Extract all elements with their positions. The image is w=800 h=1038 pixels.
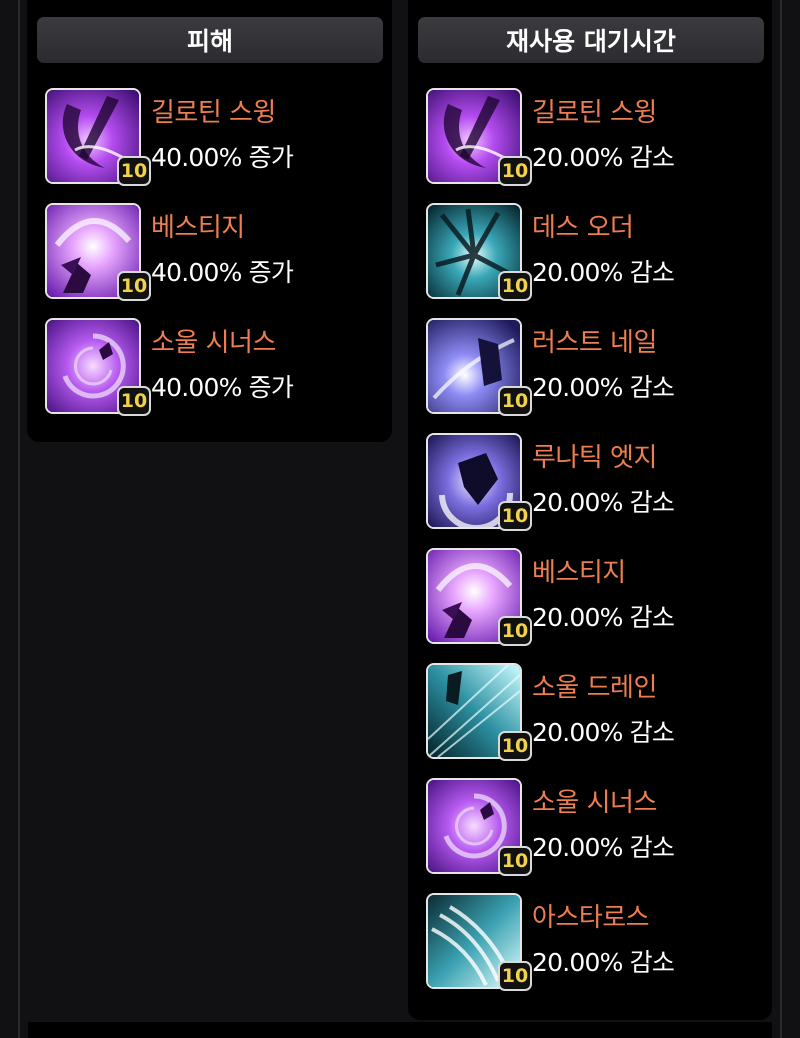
skill-effect: 20.00% 감소 bbox=[532, 603, 675, 632]
skill-row-guillotine-swing[interactable]: 10 길로틴 스윙 40.00% 증가 bbox=[45, 88, 375, 203]
skill-effect: 20.00% 감소 bbox=[532, 373, 675, 402]
skill-row-vestige[interactable]: 10 베스티지 40.00% 증가 bbox=[45, 203, 375, 318]
skill-name: 길로틴 스윙 bbox=[532, 98, 657, 128]
skill-row-soul-drain[interactable]: 10 소울 드레인 20.00% 감소 bbox=[426, 663, 756, 778]
skill-level-badge: 10 bbox=[117, 386, 151, 416]
frame-border-left bbox=[18, 0, 20, 1038]
skill-name: 러스트 네일 bbox=[532, 328, 657, 358]
skill-name: 아스타로스 bbox=[532, 903, 650, 933]
skill-row-soul-sinus[interactable]: 10 소울 시너스 20.00% 감소 bbox=[426, 778, 756, 893]
frame-border-right bbox=[780, 0, 782, 1038]
skill-effect: 20.00% 감소 bbox=[532, 718, 675, 747]
skill-effect: 20.00% 감소 bbox=[532, 948, 675, 977]
skill-level-badge: 10 bbox=[498, 731, 532, 761]
skill-effect: 20.00% 감소 bbox=[532, 143, 675, 172]
damage-panel-title: 피해 bbox=[37, 17, 383, 63]
cooldown-panel-title: 재사용 대기시간 bbox=[418, 17, 764, 63]
skill-name: 베스티지 bbox=[151, 213, 245, 243]
damage-skill-list: 10 길로틴 스윙 40.00% 증가 10 베스티지 40.00% 증가 10… bbox=[45, 88, 375, 433]
skill-level-badge: 10 bbox=[498, 616, 532, 646]
skill-name: 데스 오더 bbox=[532, 213, 634, 243]
skill-level-badge: 10 bbox=[498, 156, 532, 186]
skill-name: 소울 시너스 bbox=[151, 328, 276, 358]
skill-row-rust-nail[interactable]: 10 러스트 네일 20.00% 감소 bbox=[426, 318, 756, 433]
frame-bottom bbox=[28, 1022, 772, 1038]
skill-row-vestige[interactable]: 10 베스티지 20.00% 감소 bbox=[426, 548, 756, 663]
skill-row-guillotine-swing[interactable]: 10 길로틴 스윙 20.00% 감소 bbox=[426, 88, 756, 203]
skill-effect: 20.00% 감소 bbox=[532, 258, 675, 287]
skill-name: 루나틱 엣지 bbox=[532, 443, 657, 473]
cooldown-skill-list: 10 길로틴 스윙 20.00% 감소 10 데스 오더 20.00% 감소 1… bbox=[426, 88, 756, 1008]
skill-effect: 40.00% 증가 bbox=[151, 373, 294, 402]
skill-effect: 20.00% 감소 bbox=[532, 833, 675, 862]
skill-name: 길로틴 스윙 bbox=[151, 98, 276, 128]
skill-row-lunatic-edge[interactable]: 10 루나틱 엣지 20.00% 감소 bbox=[426, 433, 756, 548]
skill-level-badge: 10 bbox=[498, 501, 532, 531]
skill-effect: 40.00% 증가 bbox=[151, 258, 294, 287]
skill-level-badge: 10 bbox=[498, 386, 532, 416]
skill-level-badge: 10 bbox=[498, 961, 532, 991]
skill-level-badge: 10 bbox=[117, 156, 151, 186]
skill-level-badge: 10 bbox=[117, 271, 151, 301]
skill-row-death-order[interactable]: 10 데스 오더 20.00% 감소 bbox=[426, 203, 756, 318]
skill-name: 소울 드레인 bbox=[532, 673, 657, 703]
skill-row-astaroth[interactable]: 10 아스타로스 20.00% 감소 bbox=[426, 893, 756, 1008]
skill-effect: 20.00% 감소 bbox=[532, 488, 675, 517]
skill-effect: 40.00% 증가 bbox=[151, 143, 294, 172]
skill-name: 소울 시너스 bbox=[532, 788, 657, 818]
skill-level-badge: 10 bbox=[498, 271, 532, 301]
skill-row-soul-sinus[interactable]: 10 소울 시너스 40.00% 증가 bbox=[45, 318, 375, 433]
skill-name: 베스티지 bbox=[532, 558, 626, 588]
cooldown-panel: 재사용 대기시간 10 길로틴 스윙 20.00% 감소 10 데스 오더 20… bbox=[408, 0, 772, 1020]
skill-level-badge: 10 bbox=[498, 846, 532, 876]
damage-panel: 피해 10 길로틴 스윙 40.00% 증가 10 베스티지 40.00% 증가 bbox=[27, 0, 392, 442]
